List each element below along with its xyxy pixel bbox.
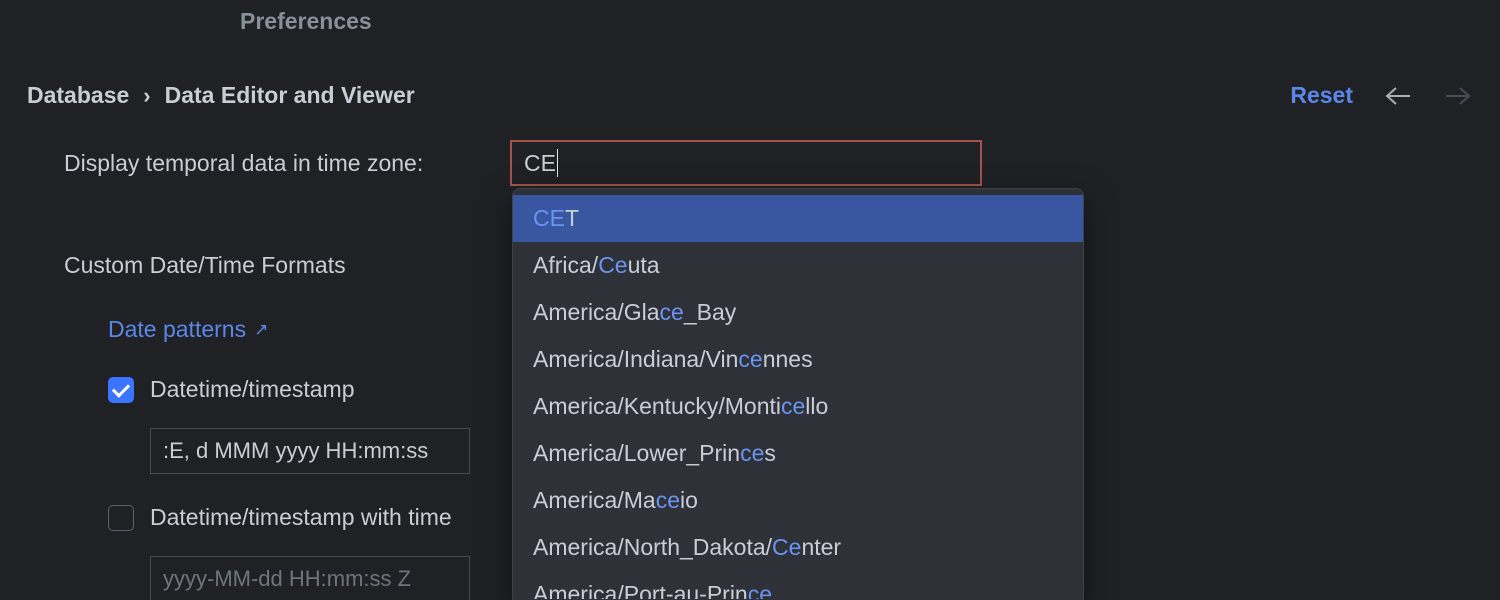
nav-forward-icon bbox=[1443, 84, 1473, 108]
datetime-format-input[interactable]: :E, d MMM yyyy HH:mm:ss bbox=[150, 428, 470, 474]
external-link-icon: ↗ bbox=[254, 320, 268, 340]
timezone-option[interactable]: America/Lower_Princes bbox=[513, 430, 1083, 477]
section-heading: Custom Date/Time Formats bbox=[64, 252, 346, 279]
breadcrumb-leaf: Data Editor and Viewer bbox=[165, 82, 415, 109]
timezone-dropdown[interactable]: CETAfrica/CeutaAmerica/Glace_BayAmerica/… bbox=[512, 188, 1084, 600]
timezone-option[interactable]: America/Port-au-Prince bbox=[513, 571, 1083, 599]
timezone-label: Display temporal data in time zone: bbox=[64, 150, 423, 177]
timezone-option[interactable]: America/Kentucky/Monticello bbox=[513, 383, 1083, 430]
nav-back-icon[interactable] bbox=[1383, 84, 1413, 108]
breadcrumb-separator-icon: › bbox=[143, 83, 150, 109]
datetime-tz-format-input[interactable]: yyyy-MM-dd HH:mm:ss Z bbox=[150, 556, 470, 600]
datetime-tz-checkbox[interactable] bbox=[108, 505, 134, 531]
datetime-format-value: :E, d MMM yyyy HH:mm:ss bbox=[163, 438, 428, 464]
timezone-option[interactable]: CET bbox=[513, 195, 1083, 242]
timezone-option[interactable]: America/Indiana/Vincennes bbox=[513, 336, 1083, 383]
datetime-checkbox[interactable] bbox=[108, 377, 134, 403]
text-caret-icon bbox=[557, 149, 558, 177]
timezone-option[interactable]: America/North_Dakota/Center bbox=[513, 524, 1083, 571]
timezone-option[interactable]: Africa/Ceuta bbox=[513, 242, 1083, 289]
timezone-option[interactable]: America/Maceio bbox=[513, 477, 1083, 524]
datetime-tz-checkbox-label: Datetime/timestamp with time bbox=[150, 504, 452, 531]
timezone-option[interactable]: America/Glace_Bay bbox=[513, 289, 1083, 336]
datetime-checkbox-label: Datetime/timestamp bbox=[150, 376, 355, 403]
reset-button[interactable]: Reset bbox=[1290, 82, 1353, 109]
breadcrumb: Database › Data Editor and Viewer Reset bbox=[27, 82, 1473, 109]
date-patterns-link-label: Date patterns bbox=[108, 316, 246, 343]
window-title: Preferences bbox=[240, 8, 372, 35]
breadcrumb-root[interactable]: Database bbox=[27, 82, 129, 109]
timezone-input-value: CE bbox=[524, 150, 556, 177]
date-patterns-link[interactable]: Date patterns ↗ bbox=[108, 316, 268, 343]
datetime-tz-format-value: yyyy-MM-dd HH:mm:ss Z bbox=[163, 566, 411, 592]
timezone-input[interactable]: CE bbox=[510, 140, 982, 186]
